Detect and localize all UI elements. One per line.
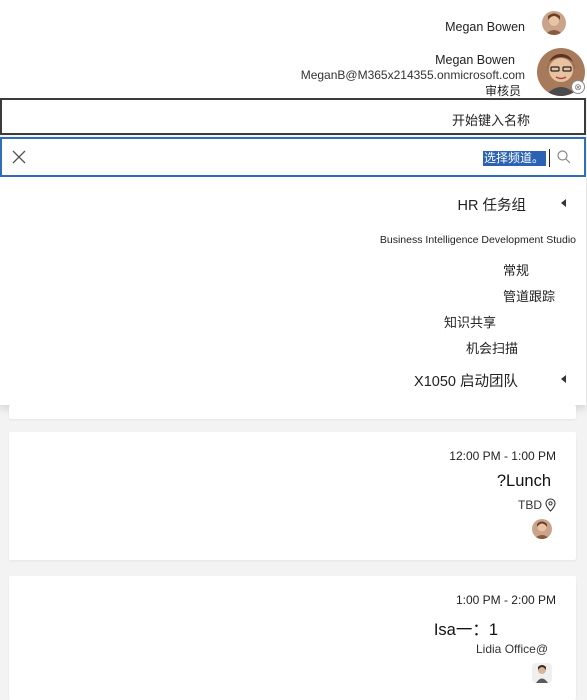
channel-search-box[interactable]: 选择频道。 [0,137,586,177]
location-pin-icon [545,498,556,512]
event-title: ?Lunch [496,472,551,490]
attendee-avatar[interactable] [532,519,552,539]
dropdown-item-label: 管道跟踪 [502,289,555,304]
name-input-field[interactable]: 开始键入名称 [0,98,586,135]
event-card[interactable]: 1:00 PM - 2:00 PM Isa一：1 Lidia Office@ [9,576,576,700]
close-icon[interactable] [10,148,28,166]
dropdown-item-label: 机会扫描 [465,341,518,356]
dropdown-item-label: 常规 [502,263,529,278]
header-user-name: Megan Bowen [445,20,525,34]
event-time: 12:00 PM - 1:00 PM [449,449,556,463]
event-location: TBD [518,498,542,512]
profile-email: MeganB@M365x214355.onmicrosoft.com [300,68,525,82]
channel-dropdown: HR 任务组 Business Intelligence Development… [0,177,586,405]
presence-status-icon: ⊗ [571,80,585,94]
channel-search-input[interactable] [42,145,552,169]
caret-left-icon[interactable] [561,375,566,383]
event-title: Isa一：1 [433,621,498,639]
event-card-partial [9,405,576,419]
search-icon[interactable] [556,149,572,165]
profile-name: Megan Bowen [435,53,515,67]
event-location: Lidia Office@ [476,642,548,656]
header-avatar[interactable] [542,11,566,35]
profile-card: Megan Bowen MeganB@M365x214355.onmicroso… [0,40,587,98]
dropdown-item-label: 知识共享 [443,315,496,330]
event-card[interactable]: 12:00 PM - 1:00 PM ?Lunch TBD [9,432,576,560]
caret-left-icon[interactable] [561,199,566,207]
channel-search-value: 选择频道。 [482,149,551,167]
dropdown-item-label: HR 任务组 [457,198,526,214]
event-time: 1:00 PM - 2:00 PM [455,593,556,607]
dropdown-item-label: Business Intelligence Development Studio [379,234,576,246]
name-field-placeholder: 开始键入名称 [451,113,530,128]
attendee-avatar[interactable] [532,663,552,683]
profile-role: 审核员 [484,84,521,98]
dropdown-item-label: X1050 启动团队 [414,374,518,390]
